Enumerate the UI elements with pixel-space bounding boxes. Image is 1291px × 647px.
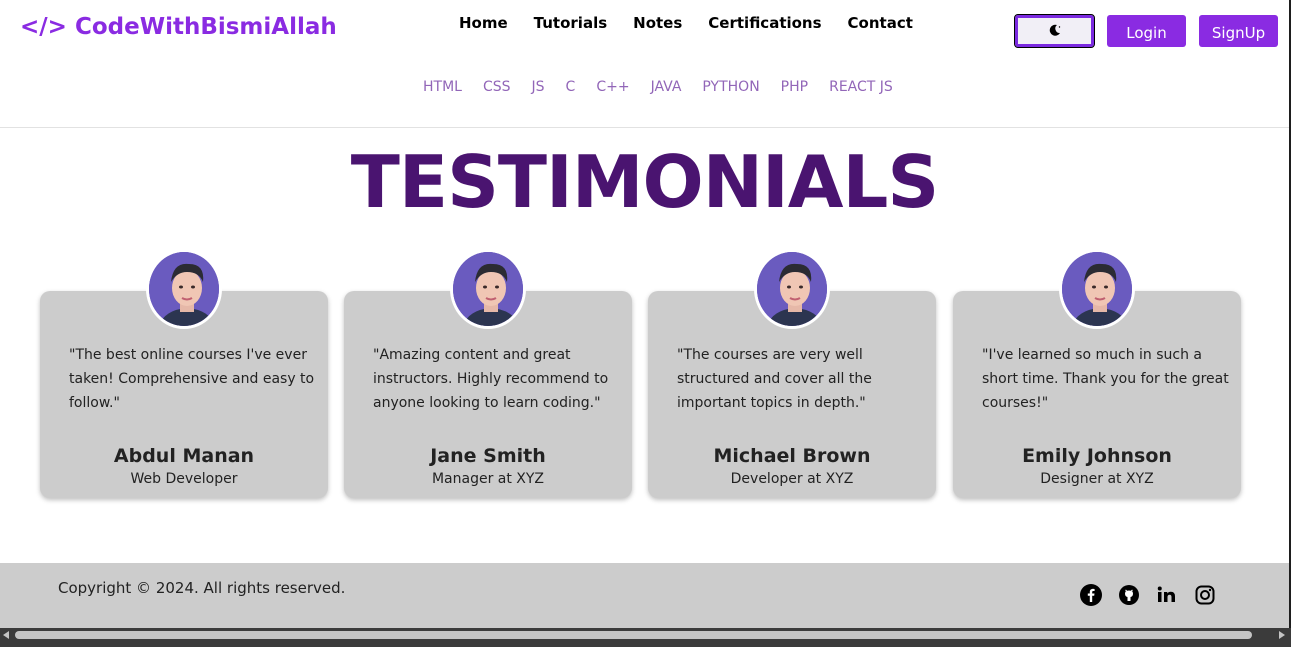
testimonial-role: Web Developer [130, 471, 238, 487]
main-nav: Home Tutorials Notes Certifications Cont… [459, 14, 913, 32]
nav-home[interactable]: Home [459, 14, 508, 32]
lang-link-css[interactable]: CSS [483, 79, 511, 95]
theme-toggle-button[interactable] [1014, 14, 1095, 48]
nav-tutorials[interactable]: Tutorials [534, 14, 607, 32]
scrollbar-thumb[interactable] [15, 631, 1252, 639]
nav-notes[interactable]: Notes [633, 14, 682, 32]
avatar [146, 249, 222, 329]
testimonial-card: "I've learned so much in such a short ti… [953, 249, 1241, 498]
testimonial-role: Designer at XYZ [1040, 471, 1154, 487]
page: </> CodeWithBismiAllah Home Tutorials Not… [0, 0, 1291, 647]
testimonial-card: "Amazing content and great instructors. … [344, 249, 632, 498]
lang-link-php[interactable]: PHP [781, 79, 808, 95]
lang-link-python[interactable]: PYTHON [702, 79, 759, 95]
github-icon[interactable] [1118, 584, 1140, 606]
signup-button[interactable]: SignUp [1199, 15, 1278, 47]
login-button[interactable]: Login [1107, 15, 1186, 47]
testimonial-name: Michael Brown [713, 445, 871, 467]
footer: Copyright © 2024. All rights reserved. [0, 563, 1289, 628]
horizontal-scrollbar[interactable] [0, 628, 1291, 647]
header-divider [0, 127, 1289, 128]
testimonial-role: Manager at XYZ [431, 471, 545, 487]
testimonial-card: "The best online courses I've ever taken… [40, 249, 328, 498]
instagram-icon[interactable] [1194, 584, 1216, 606]
lang-link-js[interactable]: JS [532, 79, 545, 95]
logo-text: CodeWithBismiAllah [74, 14, 337, 40]
language-nav: HTML CSS JS C C++ JAVA PYTHON PHP REACT … [423, 79, 893, 95]
facebook-icon[interactable] [1080, 584, 1102, 606]
lang-link-react[interactable]: REACT JS [829, 79, 893, 95]
testimonial-name: Jane Smith [430, 445, 546, 467]
linkedin-icon[interactable] [1156, 584, 1178, 606]
scroll-right-arrow-icon[interactable] [1279, 631, 1285, 639]
lang-link-c[interactable]: C [566, 79, 576, 95]
lang-link-html[interactable]: HTML [423, 79, 462, 95]
copyright-text: Copyright © 2024. All rights reserved. [58, 579, 346, 597]
lang-link-java[interactable]: JAVA [651, 79, 682, 95]
testimonial-quote: "Amazing content and great instructors. … [373, 347, 609, 411]
site-logo[interactable]: </> CodeWithBismiAllah [20, 14, 337, 40]
nav-certifications[interactable]: Certifications [708, 14, 821, 32]
testimonial-quote: "The courses are very well structured an… [677, 347, 872, 411]
social-links [1080, 584, 1216, 606]
scroll-left-arrow-icon[interactable] [3, 631, 9, 639]
avatar [450, 249, 526, 329]
avatar [1059, 249, 1135, 329]
moon-icon [1048, 22, 1062, 41]
testimonial-name: Abdul Manan [113, 445, 255, 467]
testimonial-quote: "I've learned so much in such a short ti… [982, 347, 1229, 411]
code-brackets-icon: </> [20, 14, 67, 40]
testimonial-role: Developer at XYZ [730, 471, 854, 487]
avatar [754, 249, 830, 329]
nav-contact[interactable]: Contact [848, 14, 913, 32]
testimonial-card: "The courses are very well structured an… [648, 249, 936, 498]
testimonial-name: Emily Johnson [1022, 445, 1172, 467]
page-title: TESTIMONIALS [350, 140, 939, 224]
lang-link-cpp[interactable]: C++ [596, 79, 629, 95]
testimonial-quote: "The best online courses I've ever taken… [69, 347, 315, 411]
